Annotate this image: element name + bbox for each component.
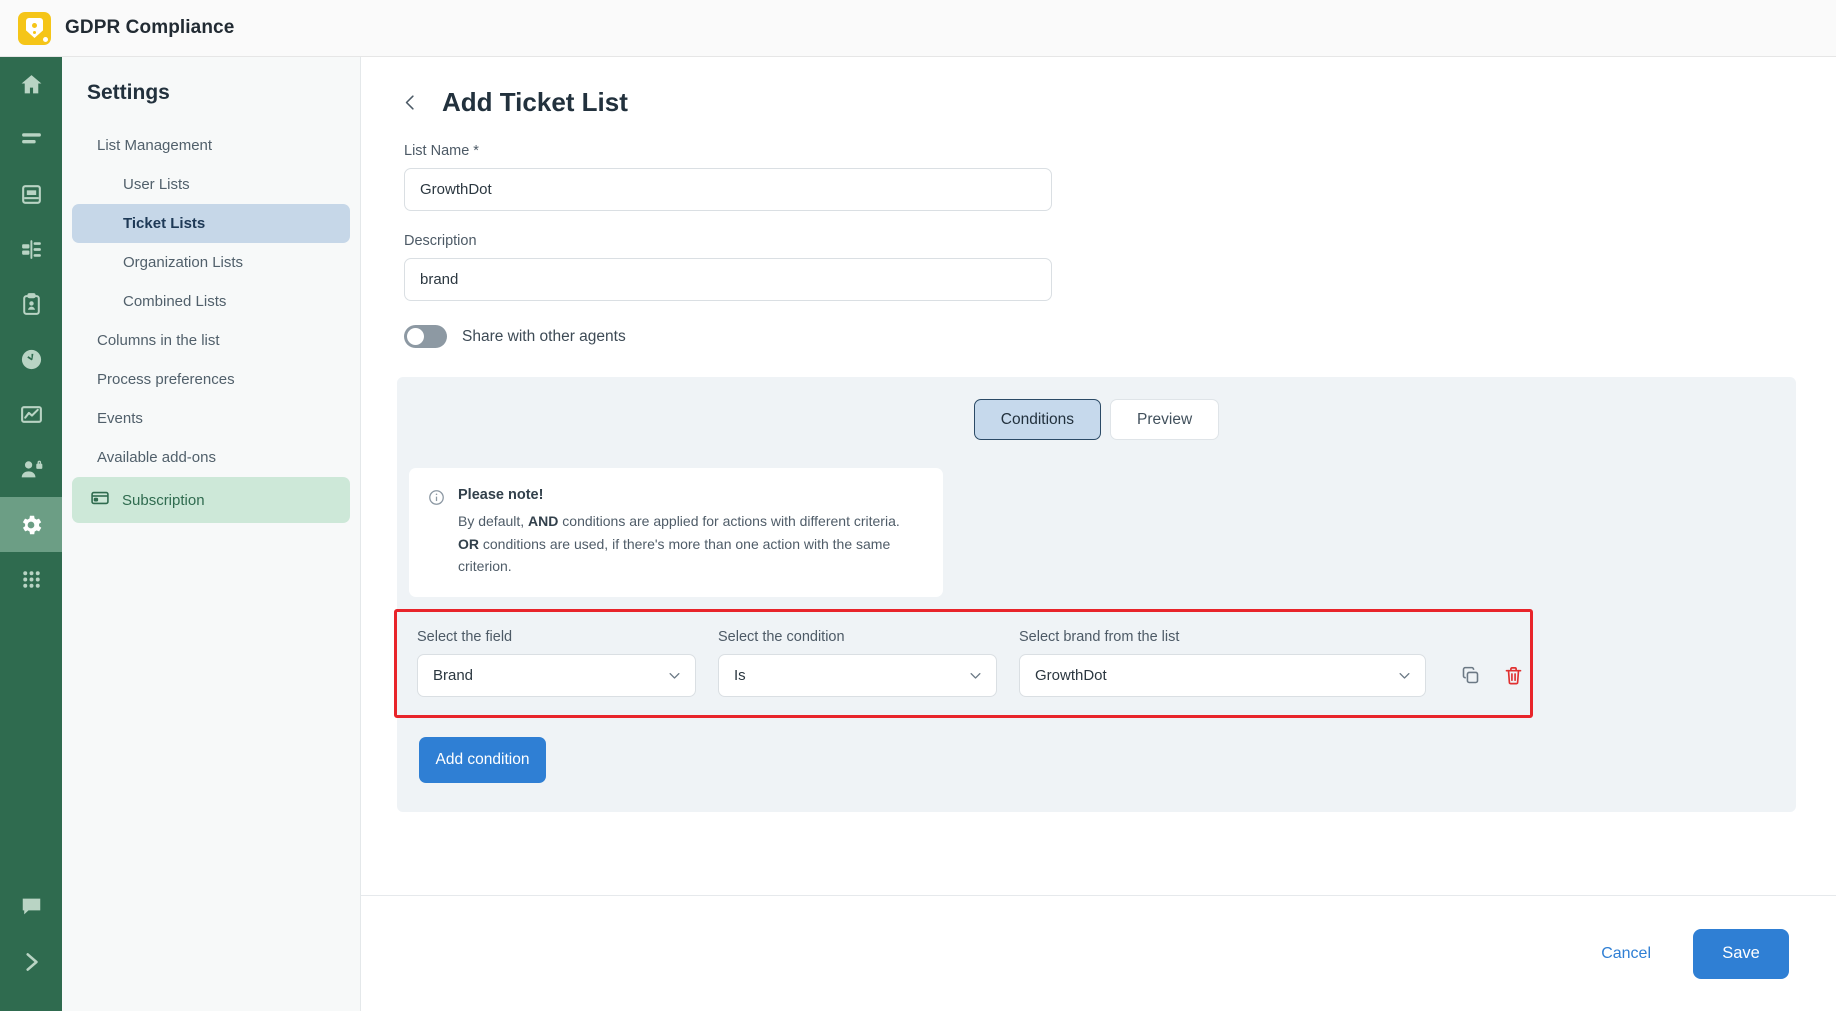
share-toggle-row: Share with other agents: [404, 325, 1836, 348]
info-icon: [428, 489, 445, 578]
home-icon[interactable]: [0, 57, 62, 112]
select-field-label: Select the field: [417, 629, 513, 646]
condition-row-actions: [1460, 665, 1524, 697]
page-title: Add Ticket List: [442, 87, 628, 117]
settings-sidebar: Settings List Management User Lists Tick…: [62, 57, 361, 1011]
select-brand-group: Select brand from the list GrowthDot: [1019, 629, 1426, 698]
note-line-and: By default, AND conditions are applied f…: [458, 510, 923, 533]
list-form: List Name * GrowthDot Description brand …: [361, 118, 1836, 348]
list-icon[interactable]: [0, 112, 62, 167]
user-lock-icon[interactable]: [0, 442, 62, 497]
sidebar-item-available-add-ons[interactable]: Available add-ons: [72, 438, 350, 477]
credit-card-icon: [90, 488, 110, 512]
note-line-or: OR conditions are used, if there's more …: [458, 533, 923, 578]
select-brand-value: GrowthDot: [1035, 667, 1107, 685]
apps-grid-icon[interactable]: [0, 552, 62, 607]
database-icon[interactable]: [0, 167, 62, 222]
form-gap: [404, 211, 1836, 233]
select-condition-label: Select the condition: [718, 629, 845, 646]
reports-icon[interactable]: [0, 222, 62, 277]
form-footer: Cancel Save: [361, 895, 1836, 1011]
trash-icon[interactable]: [1503, 665, 1524, 686]
tab-conditions[interactable]: Conditions: [973, 399, 1102, 440]
page-header: Add Ticket List: [361, 57, 1836, 118]
share-toggle-label: Share with other agents: [462, 327, 626, 345]
note-title: Please note!: [458, 487, 544, 503]
select-brand-dropdown[interactable]: GrowthDot: [1019, 654, 1426, 698]
select-condition-value: Is: [734, 667, 746, 685]
chevron-right-icon[interactable]: [0, 934, 62, 989]
sidebar-item-combined-lists[interactable]: Combined Lists: [72, 282, 350, 321]
list-name-label: List Name *: [404, 143, 479, 159]
description-input[interactable]: brand: [404, 258, 1052, 301]
sidebar-item-events[interactable]: Events: [72, 399, 350, 438]
sidebar-item-columns-in-the-list[interactable]: Columns in the list: [72, 321, 350, 360]
toggle-knob: [407, 328, 424, 345]
condition-row-highlighted: Select the field Brand Select the condit…: [394, 609, 1533, 719]
select-brand-label: Select brand from the list: [1019, 629, 1180, 646]
note-line2-suffix: conditions are used, if there's more tha…: [458, 535, 891, 575]
clipboard-user-icon[interactable]: [0, 277, 62, 332]
sidebar-item-ticket-lists[interactable]: Ticket Lists: [72, 204, 350, 243]
conditions-preview-tabs: Conditions Preview: [397, 399, 1796, 440]
note-line1-suffix: conditions are applied for actions with …: [558, 513, 900, 529]
share-with-agents-toggle[interactable]: [404, 325, 447, 348]
chat-icon[interactable]: [0, 879, 62, 934]
select-condition-group: Select the condition Is: [718, 629, 997, 698]
select-field-dropdown[interactable]: Brand: [417, 654, 696, 698]
add-condition-button[interactable]: Add condition: [419, 737, 546, 784]
sidebar-item-organization-lists[interactable]: Organization Lists: [72, 243, 350, 282]
gear-icon[interactable]: [0, 497, 62, 552]
sidebar-item-subscription[interactable]: Subscription: [72, 477, 350, 523]
cancel-button[interactable]: Cancel: [1601, 945, 1651, 963]
tab-preview[interactable]: Preview: [1110, 399, 1220, 440]
conditions-card: Conditions Preview Please note! By defau…: [394, 377, 1796, 813]
gdpr-shield-icon: [18, 11, 51, 45]
note-and-keyword: AND: [528, 513, 559, 529]
copy-icon[interactable]: [1460, 665, 1481, 686]
select-field-group: Select the field Brand: [417, 629, 696, 698]
app-title: GDPR Compliance: [65, 17, 235, 38]
list-name-input[interactable]: GrowthDot: [404, 168, 1052, 211]
sidebar-item-list-management[interactable]: List Management: [72, 126, 350, 165]
save-button[interactable]: Save: [1693, 928, 1789, 979]
note-text-block: Please note! By default, AND conditions …: [458, 487, 923, 578]
select-field-value: Brand: [433, 667, 474, 685]
main-content: Add Ticket List List Name * GrowthDot De…: [361, 57, 1836, 1011]
analytics-chart-icon[interactable]: [0, 387, 62, 442]
select-condition-dropdown[interactable]: Is: [718, 654, 997, 698]
global-nav-rail: [0, 57, 62, 1011]
sidebar-item-process-preferences[interactable]: Process preferences: [72, 360, 350, 399]
chevron-left-icon[interactable]: [401, 93, 420, 112]
chevron-down-icon: [667, 668, 682, 683]
sidebar-item-user-lists[interactable]: User Lists: [72, 165, 350, 204]
note-line1-prefix: By default,: [458, 513, 529, 529]
chevron-down-icon: [968, 668, 983, 683]
chevron-down-icon: [1397, 668, 1412, 683]
sidebar-item-subscription-label: Subscription: [122, 491, 205, 509]
settings-title: Settings: [87, 81, 170, 104]
description-label: Description: [404, 233, 477, 249]
app-header: GDPR Compliance: [0, 0, 1836, 57]
clock-icon[interactable]: [0, 332, 62, 387]
please-note-box: Please note! By default, AND conditions …: [409, 468, 943, 598]
note-or-keyword: OR: [458, 535, 479, 552]
